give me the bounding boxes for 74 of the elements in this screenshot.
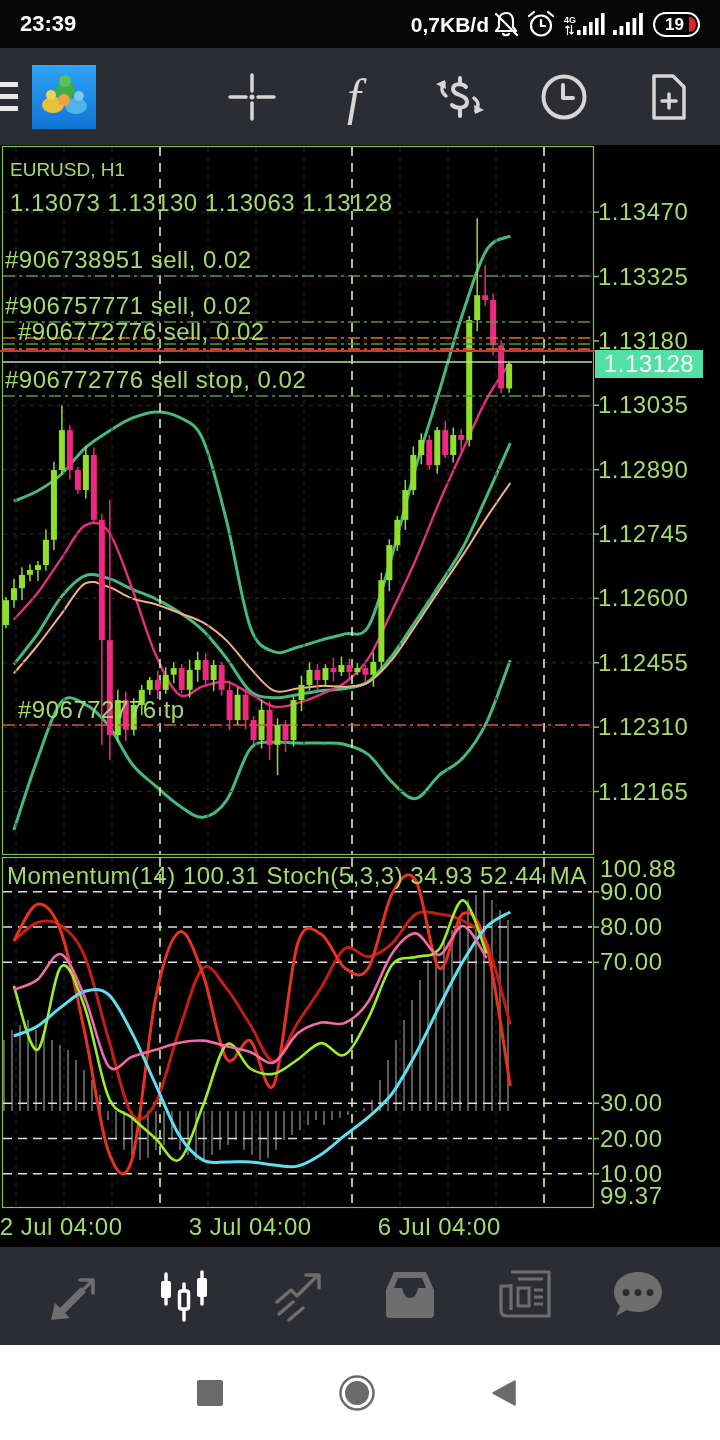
new-document-icon[interactable] — [650, 73, 686, 120]
candlestick — [74, 466, 81, 495]
price-axis-label: 1.12165 — [598, 779, 689, 804]
symbol-title: EURUSD, H1 — [10, 160, 126, 179]
price-axis-label: 1.13325 — [598, 264, 689, 289]
indicator-axis-label: 70.00 — [600, 950, 663, 975]
indicator-axis-label: 10.00 — [600, 1161, 663, 1186]
candlestick — [202, 652, 209, 688]
time-axis-label: 2 Jul 04:00 — [0, 1215, 123, 1239]
candlestick — [306, 661, 313, 692]
order-label: #906738951 sell, 0.02 — [5, 248, 252, 272]
home-circle-icon[interactable] — [339, 1374, 375, 1411]
price-axis-label: 1.13035 — [598, 393, 689, 418]
candlestick — [154, 670, 161, 700]
candlestick — [298, 674, 305, 712]
price-axis-label: 1.12600 — [598, 586, 689, 611]
status-time: 23:39 — [20, 13, 77, 35]
indicator-legend: Momentum(14) 100.31 Stoch(5,3,3) 34.93 52.44 MA — [7, 864, 587, 888]
candlestick — [10, 578, 17, 609]
candlestick — [162, 666, 169, 695]
back-triangle-icon[interactable] — [492, 1379, 516, 1406]
candlestick — [450, 426, 457, 464]
candlestick — [274, 717, 281, 776]
candlestick — [170, 661, 177, 684]
candlestick — [250, 715, 257, 745]
candlestick — [322, 663, 329, 686]
price-axis-label: 1.13180 — [598, 328, 689, 353]
indicator-axis-label: 99.37 — [600, 1184, 663, 1208]
indicator-axis-label: 80.00 — [600, 915, 663, 940]
candlestick — [194, 650, 201, 683]
square-icon[interactable] — [197, 1379, 223, 1406]
candlestick — [282, 719, 289, 753]
data-arrows-icon — [565, 25, 575, 35]
signal-icon — [577, 13, 605, 35]
ohlc-values: 1.13073 1.13130 1.13063 1.13128 — [10, 191, 393, 215]
network-type-text: 4G — [564, 16, 576, 25]
candlestick — [34, 560, 41, 582]
crosshair-icon[interactable] — [228, 72, 276, 121]
current-price-tag: 1.13128 — [595, 350, 703, 378]
data-rate-text: 0,7KB/d — [410, 13, 489, 35]
price-axis-label: 1.13470 — [598, 200, 689, 225]
candlestick — [418, 432, 425, 466]
order-label: #906757771 sell, 0.02 — [5, 294, 252, 318]
alarm-clock-icon — [527, 10, 555, 38]
time-axis-label: 3 Jul 04:00 — [188, 1215, 312, 1239]
candlestick — [18, 566, 25, 601]
menu-icon[interactable] — [0, 82, 18, 111]
battery-percent-text: 19 — [665, 15, 684, 33]
app-logo-icon[interactable] — [32, 64, 96, 129]
candlestick — [370, 651, 377, 688]
price-axis-label: 1.12745 — [598, 522, 689, 546]
candlestick — [482, 264, 489, 307]
indicator-axis-label: 90.00 — [600, 879, 663, 904]
candlestick — [186, 658, 193, 699]
candlestick — [178, 663, 185, 694]
indicator-axis-label: 100.88 — [600, 857, 677, 881]
price-axis-label: 1.12310 — [598, 715, 689, 740]
candlestick — [458, 428, 465, 453]
battery-fill — [689, 16, 696, 32]
candlestick — [330, 657, 337, 683]
signal-icon — [613, 13, 643, 35]
time-axis-label: 6 Jul 04:00 — [377, 1215, 501, 1239]
candlestick — [314, 663, 321, 692]
candlestick — [346, 657, 353, 682]
muted-bell-icon — [492, 10, 520, 38]
candlestick — [26, 563, 33, 583]
price-axis-label: 1.12890 — [598, 457, 689, 482]
order-label: #906772776 sell stop, 0.02 — [5, 368, 307, 392]
indicator-axis-label: 30.00 — [600, 1091, 663, 1116]
candlestick — [338, 655, 345, 677]
indicator-axis-label: 20.00 — [600, 1126, 663, 1151]
price-axis-label: 1.12455 — [598, 650, 689, 675]
clock-icon[interactable] — [541, 73, 587, 120]
candlestick — [210, 659, 217, 692]
